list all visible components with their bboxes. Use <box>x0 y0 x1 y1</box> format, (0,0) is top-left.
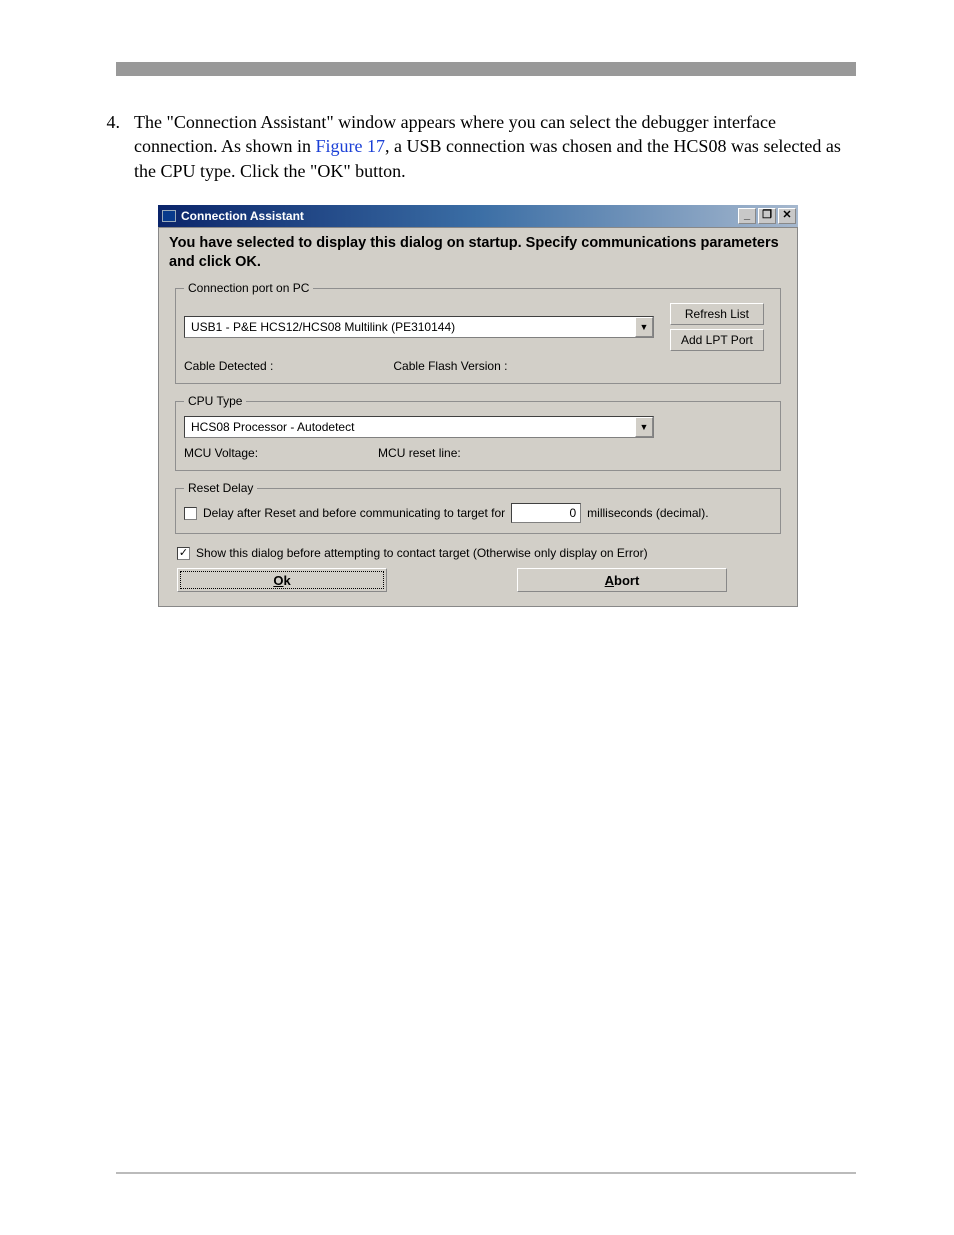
page-header-rule <box>116 62 856 76</box>
refresh-list-button[interactable]: Refresh List <box>670 303 764 325</box>
dialog-title: Connection Assistant <box>181 209 304 223</box>
page-content: 4. The "Connection Assistant" window app… <box>100 110 860 607</box>
cpu-type-group: CPU Type HCS08 Processor - Autodetect ▼ … <box>175 394 781 471</box>
mcu-reset-line-label: MCU reset line: <box>378 446 461 460</box>
dialog-body: You have selected to display this dialog… <box>158 227 798 607</box>
dialog-titlebar[interactable]: Connection Assistant _ ❐ ✕ <box>158 205 798 227</box>
ok-button-mnemonic: O <box>273 573 283 588</box>
ok-button-rest: k <box>283 573 290 588</box>
app-icon <box>162 210 176 222</box>
chevron-down-icon[interactable]: ▼ <box>635 417 653 437</box>
cable-detected-label: Cable Detected : <box>184 359 273 373</box>
abort-button-mnemonic: A <box>605 573 614 588</box>
instruction-step: 4. The "Connection Assistant" window app… <box>100 110 860 183</box>
reset-delay-label: Delay after Reset and before communicati… <box>203 506 505 520</box>
cpu-type-value: HCS08 Processor - Autodetect <box>191 420 354 434</box>
show-dialog-label: Show this dialog before attempting to co… <box>196 546 648 560</box>
ok-button[interactable]: Ok <box>177 568 387 592</box>
connection-port-legend: Connection port on PC <box>184 281 313 295</box>
show-dialog-checkbox[interactable]: ✓ <box>177 547 190 560</box>
dialog-headline: You have selected to display this dialog… <box>169 234 787 273</box>
figure-reference-link[interactable]: Figure 17 <box>316 136 386 156</box>
close-button[interactable]: ✕ <box>778 208 796 224</box>
reset-delay-checkbox[interactable] <box>184 507 197 520</box>
step-number: 4. <box>100 110 120 183</box>
chevron-down-icon[interactable]: ▼ <box>635 317 653 337</box>
add-lpt-port-button[interactable]: Add LPT Port <box>670 329 764 351</box>
reset-delay-group: Reset Delay Delay after Reset and before… <box>175 481 781 534</box>
connection-port-group: Connection port on PC USB1 - P&E HCS12/H… <box>175 281 781 384</box>
minimize-button[interactable]: _ <box>738 208 756 224</box>
reset-delay-value-input[interactable]: 0 <box>511 503 581 523</box>
maximize-button[interactable]: ❐ <box>758 208 776 224</box>
connection-assistant-dialog: Connection Assistant _ ❐ ✕ You have sele… <box>158 205 798 607</box>
page-footer-rule <box>116 1172 856 1174</box>
reset-delay-legend: Reset Delay <box>184 481 257 495</box>
cpu-type-legend: CPU Type <box>184 394 246 408</box>
abort-button[interactable]: Abort <box>517 568 727 592</box>
mcu-voltage-label: MCU Voltage: <box>184 446 258 460</box>
connection-port-value: USB1 - P&E HCS12/HCS08 Multilink (PE3101… <box>191 320 455 334</box>
cable-flash-version-label: Cable Flash Version : <box>393 359 507 373</box>
connection-port-combo[interactable]: USB1 - P&E HCS12/HCS08 Multilink (PE3101… <box>184 316 654 338</box>
cpu-type-combo[interactable]: HCS08 Processor - Autodetect ▼ <box>184 416 654 438</box>
abort-button-rest: bort <box>614 573 639 588</box>
step-text: The "Connection Assistant" window appear… <box>134 110 860 183</box>
reset-delay-units: milliseconds (decimal). <box>587 506 708 520</box>
